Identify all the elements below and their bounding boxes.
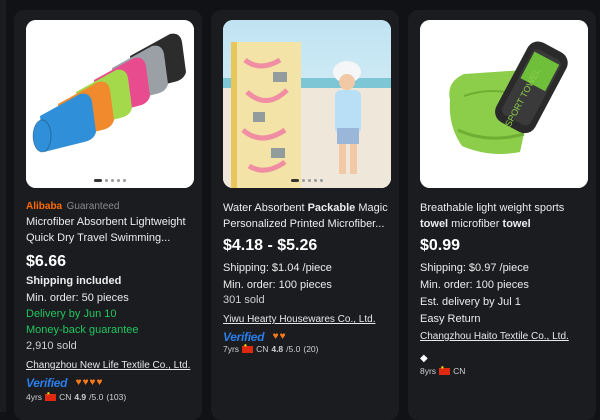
supplier-years: 8yrs xyxy=(420,366,437,376)
rating-max: /5.0 xyxy=(286,344,301,354)
heart-icon: ♥ xyxy=(75,376,82,388)
heart-icon: ♥ xyxy=(89,376,96,388)
supplier-country: CN xyxy=(453,366,466,376)
delivery-date: Delivery by Jun 10 xyxy=(26,308,117,320)
diamond-icon: ◆ xyxy=(420,353,428,364)
supplier-link[interactable]: Yiwu Hearty Housewares Co., Ltd. xyxy=(223,314,399,325)
supplier-country: CN xyxy=(59,392,72,402)
supplier-link[interactable]: Changzhou Haito Textile Co., Ltd. xyxy=(420,331,596,342)
supplier-level: ♥ ♥ xyxy=(272,330,286,342)
cn-flag-icon xyxy=(242,344,254,353)
product-title-line1[interactable]: Water Absorbent Packable Magic xyxy=(223,200,399,216)
product-title-line1[interactable]: Microfiber Absorbent Lightweight xyxy=(26,214,202,230)
heart-icon: ♥ xyxy=(96,376,103,388)
shipping-info: Shipping: $0.97 /piece xyxy=(420,262,529,274)
carousel-dot[interactable] xyxy=(302,179,305,182)
verified-badge[interactable]: Verified xyxy=(26,376,67,390)
money-back-guarantee: Money-back guarantee xyxy=(26,324,139,336)
title-text: Magic xyxy=(355,202,388,214)
beach-towel-child-image xyxy=(223,20,391,188)
min-order: Min. order: 50 pieces xyxy=(26,292,129,304)
heart-icon: ♥ xyxy=(279,330,286,342)
verified-badge[interactable]: Verified xyxy=(223,330,264,344)
min-order: Min. order: 100 pieces xyxy=(420,279,529,291)
supplier-years: 4yrs xyxy=(26,392,43,402)
guarantee-badge: Alibaba Guaranteed xyxy=(26,196,202,214)
easy-return: Easy Return xyxy=(420,313,481,325)
sold-count: 301 sold xyxy=(223,294,265,306)
supplier-meta: 7yrs CN 4.8/5.0 (20) xyxy=(223,344,399,354)
review-count: (20) xyxy=(303,344,319,354)
rating-max: /5.0 xyxy=(89,392,104,402)
supplier-badges: Verified ♥ ♥ ♥ ♥ xyxy=(26,374,202,392)
shipping-info: Shipping: $1.04 /piece xyxy=(223,262,332,274)
title-keyword: Packable xyxy=(307,202,356,214)
supplier-badges: ◆ xyxy=(420,348,596,366)
towel-rolls-image xyxy=(26,20,194,188)
product-card[interactable]: Alibaba Guaranteed Microfiber Absorbent … xyxy=(14,10,202,420)
previous-card-edge xyxy=(0,0,6,412)
supplier-years: 7yrs xyxy=(223,344,240,354)
carousel-dot[interactable] xyxy=(111,179,114,182)
supplier-rating: 4.9 xyxy=(74,392,87,402)
supplier-level: ♥ ♥ ♥ ♥ xyxy=(75,376,103,388)
product-price: $6.66 xyxy=(26,253,67,270)
product-title-line2[interactable]: Quick Dry Travel Swimming... xyxy=(26,230,202,246)
green-sport-towel-image: SPORT TOWEL xyxy=(420,20,588,188)
product-price: $4.18 - $5.26 xyxy=(223,237,318,254)
guaranteed-label: Guaranteed xyxy=(66,201,120,212)
delivery-estimate: Est. delivery by Jul 1 xyxy=(420,296,521,308)
product-card[interactable]: SPORT TOWEL Breathable light weight spor… xyxy=(408,10,596,420)
carousel-dot[interactable] xyxy=(105,179,108,182)
heart-icon: ♥ xyxy=(82,376,89,388)
carousel-dot[interactable] xyxy=(320,179,323,182)
product-image[interactable]: SPORT TOWEL xyxy=(420,20,588,188)
title-text: Water Absorbent xyxy=(223,202,308,214)
title-keyword: towel xyxy=(420,218,449,230)
supplier-meta: 4yrs CN 4.9/5.0 (103) xyxy=(26,392,202,402)
product-price: $0.99 xyxy=(420,237,461,254)
carousel-dot[interactable] xyxy=(123,179,126,182)
supplier-link[interactable]: Changzhou New Life Textile Co., Ltd. xyxy=(26,360,202,371)
supplier-meta: 8yrs CN xyxy=(420,366,596,376)
shipping-info: Shipping included xyxy=(26,275,122,287)
cn-flag-icon xyxy=(439,366,451,375)
product-title-line2[interactable]: Personalized Printed Microfiber... xyxy=(223,216,399,232)
supplier-country: CN xyxy=(256,344,269,354)
cn-flag-icon xyxy=(45,392,57,401)
supplier-rating: 4.8 xyxy=(271,344,284,354)
title-text: microfiber xyxy=(448,218,503,230)
carousel-dot[interactable] xyxy=(308,179,311,182)
min-order: Min. order: 100 pieces xyxy=(223,279,332,291)
product-title-line2[interactable]: towel microfiber towel xyxy=(420,216,596,232)
carousel-dot[interactable] xyxy=(94,179,102,182)
sold-count: 2,910 sold xyxy=(26,340,77,352)
carousel-dot[interactable] xyxy=(117,179,120,182)
product-title-line1[interactable]: Breathable light weight sports xyxy=(420,200,596,216)
title-keyword: towel xyxy=(502,218,531,230)
towel-roll-end xyxy=(32,119,52,153)
carousel-dot[interactable] xyxy=(314,179,317,182)
review-count: (103) xyxy=(106,392,127,402)
product-image[interactable] xyxy=(223,20,391,188)
image-carousel-dots[interactable] xyxy=(94,179,126,182)
product-image[interactable] xyxy=(26,20,194,188)
heart-icon: ♥ xyxy=(272,330,279,342)
product-card[interactable]: Water Absorbent Packable Magic Personali… xyxy=(211,10,399,420)
carousel-dot[interactable] xyxy=(291,179,299,182)
alibaba-logo: Alibaba xyxy=(26,201,63,212)
image-carousel-dots[interactable] xyxy=(291,179,323,182)
